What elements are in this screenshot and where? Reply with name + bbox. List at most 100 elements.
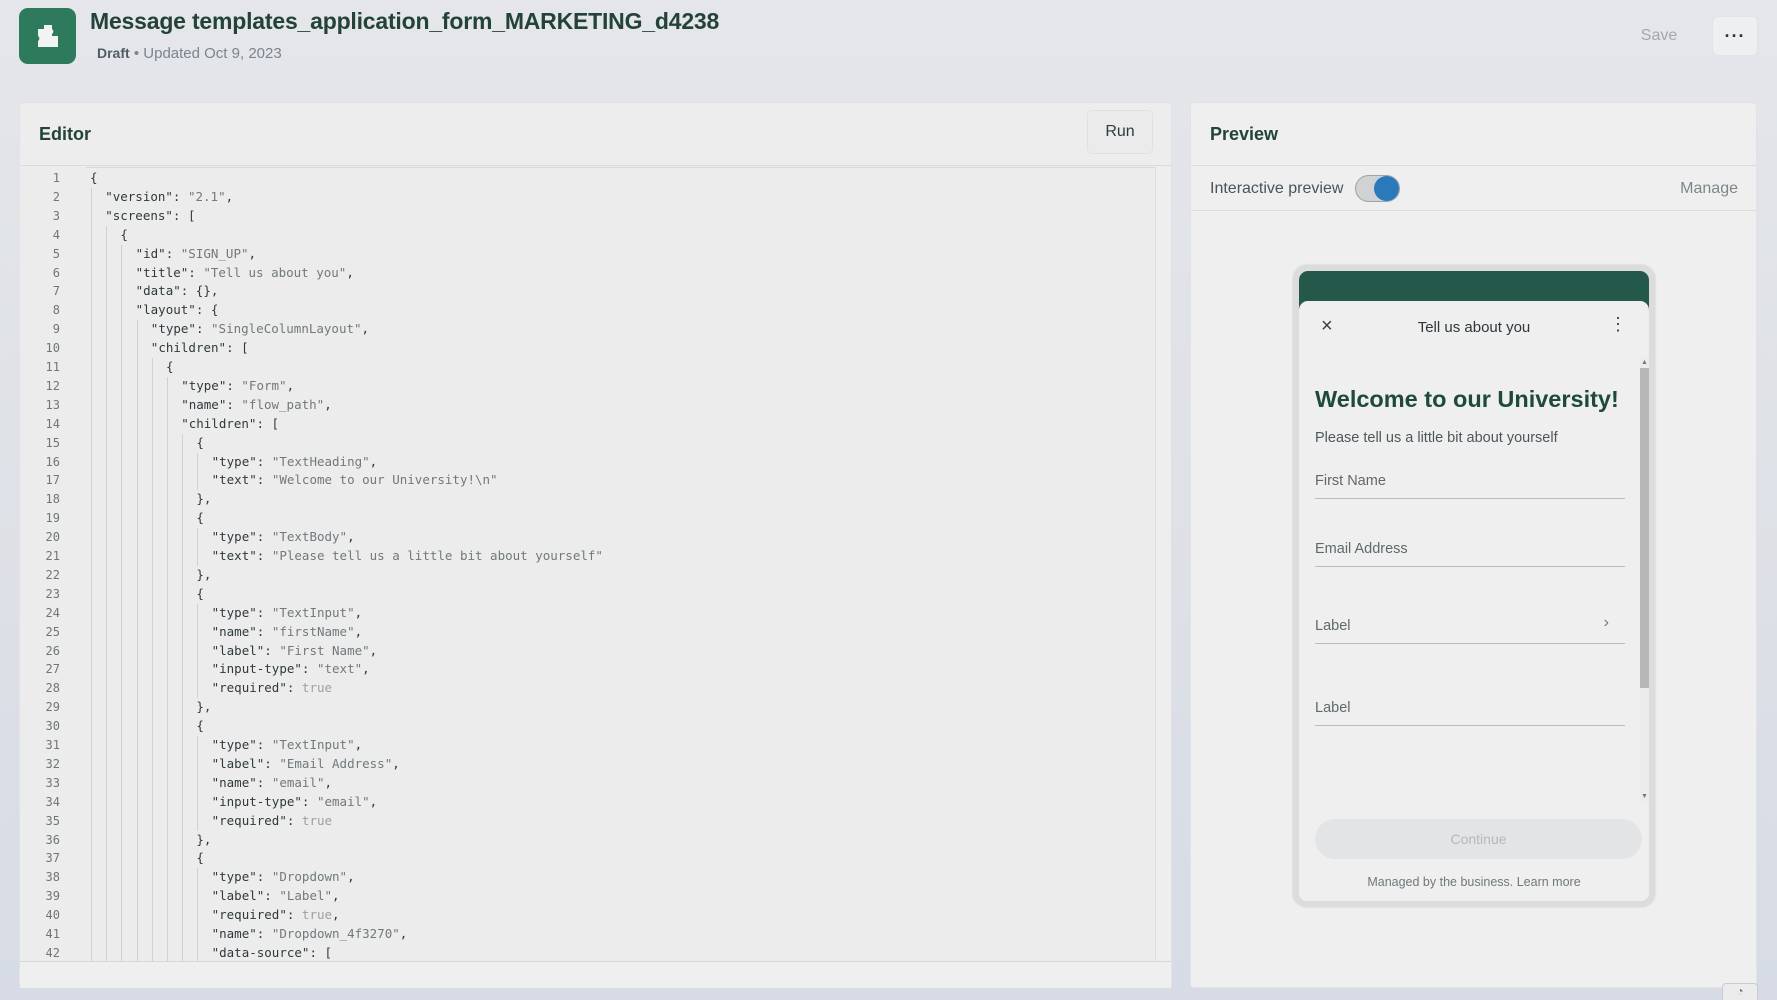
code-text: "type": "TextInput", bbox=[211, 737, 363, 752]
code-line[interactable]: 5 "id": "SIGN_UP", bbox=[20, 245, 1170, 264]
code-line[interactable]: 39 "label": "Label", bbox=[20, 887, 1170, 906]
sheet-scrollbar[interactable]: ▲ ▼ bbox=[1640, 356, 1649, 803]
code-line[interactable]: 8 "layout": { bbox=[20, 301, 1170, 320]
field-label: Label bbox=[1315, 618, 1351, 634]
code-line[interactable]: 21 "text": "Please tell us a little bit a… bbox=[20, 547, 1170, 566]
form-heading: Welcome to our University! bbox=[1315, 386, 1619, 412]
code-line[interactable]: 19 { bbox=[20, 509, 1170, 528]
line-number: 23 bbox=[45, 586, 60, 601]
first-name-field[interactable]: First Name bbox=[1315, 461, 1625, 499]
code-line[interactable]: 18}, bbox=[20, 490, 1170, 509]
preview-panel: Preview Interactive preview Manage × Tel… bbox=[1190, 102, 1757, 988]
line-number: 32 bbox=[45, 756, 60, 771]
code-line[interactable]: 6 "title": "Tell us about you", bbox=[20, 264, 1170, 283]
feedback-icon[interactable]: ◔ bbox=[1722, 983, 1758, 1000]
code-line[interactable]: 20 "type": "TextBody", bbox=[20, 528, 1170, 547]
code-text: { bbox=[166, 359, 174, 374]
code-text: }, bbox=[196, 491, 212, 507]
line-number: 28 bbox=[45, 681, 60, 696]
editor-horizontal-scrollbar[interactable] bbox=[20, 961, 1171, 988]
line-number: 34 bbox=[45, 794, 60, 809]
code-line[interactable]: 27 "input-type": "text", bbox=[20, 660, 1170, 679]
email-field[interactable]: Email Address bbox=[1315, 529, 1625, 567]
scrollbar-thumb[interactable] bbox=[1640, 368, 1649, 688]
code-text: "children": [ bbox=[181, 415, 280, 431]
more-icon: ··· bbox=[1724, 25, 1746, 46]
sheet-content: Welcome to our University! Please tell u… bbox=[1299, 356, 1649, 811]
interactive-preview-row: Interactive preview Manage bbox=[1191, 167, 1756, 211]
code-line[interactable]: 28 "required": true bbox=[20, 679, 1170, 698]
code-line[interactable]: 24 "type": "TextInput", bbox=[20, 604, 1170, 623]
code-line[interactable]: 29}, bbox=[20, 698, 1170, 717]
code-line[interactable]: 9 "type": "SingleColumnLayout", bbox=[20, 320, 1170, 339]
preview-header: Preview bbox=[1191, 103, 1756, 166]
code-text: "name": "flow_path", bbox=[181, 396, 332, 412]
code-text: "name": "firstName", bbox=[211, 623, 363, 639]
code-line[interactable]: 36}, bbox=[20, 831, 1170, 850]
kebab-menu-icon[interactable]: ⋮ bbox=[1609, 315, 1627, 333]
editor-scrollbar[interactable] bbox=[1155, 167, 1170, 961]
code-line[interactable]: 1{ bbox=[20, 169, 1170, 188]
line-number: 35 bbox=[45, 813, 60, 828]
code-text: "screens": [ bbox=[105, 207, 196, 223]
code-line[interactable]: 7 "data": {}, bbox=[20, 282, 1170, 301]
code-line[interactable]: 41 "name": "Dropdown_4f3270", bbox=[20, 925, 1170, 944]
code-text: }, bbox=[196, 566, 212, 582]
interactive-preview-toggle[interactable] bbox=[1355, 175, 1400, 202]
indent-guide bbox=[121, 244, 123, 963]
indent-guide bbox=[91, 187, 92, 963]
updated-date: • Updated Oct 9, 2023 bbox=[133, 45, 282, 62]
code-line[interactable]: 14 "children": [ bbox=[20, 415, 1170, 434]
code-text: { bbox=[196, 585, 204, 601]
code-line[interactable]: 26 "label": "First Name", bbox=[20, 642, 1170, 661]
code-line[interactable]: 4{ bbox=[20, 226, 1170, 245]
code-line[interactable]: 15 { bbox=[20, 434, 1170, 453]
manage-link[interactable]: Manage bbox=[1680, 180, 1738, 198]
code-text: "data": {}, bbox=[135, 283, 219, 299]
scroll-down-icon[interactable]: ▼ bbox=[1640, 792, 1649, 801]
code-line[interactable]: 13 "name": "flow_path", bbox=[20, 396, 1170, 415]
line-number: 4 bbox=[52, 227, 60, 242]
code-line[interactable]: 33 "name": "email", bbox=[20, 774, 1170, 793]
code-line[interactable]: 42 "data-source": [ bbox=[20, 944, 1170, 963]
line-number: 7 bbox=[52, 284, 60, 299]
code-line[interactable]: 11 { bbox=[20, 358, 1170, 377]
line-number: 15 bbox=[45, 435, 60, 450]
code-line[interactable]: 22}, bbox=[20, 566, 1170, 585]
code-line[interactable]: 17 "text": "Welcome to our University!\n" bbox=[20, 471, 1170, 490]
code-line[interactable]: 32 "label": "Email Address", bbox=[20, 755, 1170, 774]
code-text: { bbox=[196, 850, 204, 866]
run-button[interactable]: Run bbox=[1087, 110, 1153, 154]
code-line[interactable]: 16 "type": "TextHeading", bbox=[20, 453, 1170, 472]
code-line[interactable]: 2 "version": "2.1", bbox=[20, 188, 1170, 207]
line-number: 14 bbox=[45, 416, 60, 431]
more-options-button[interactable]: ··· bbox=[1712, 16, 1758, 56]
code-line[interactable]: 10 "children": [ bbox=[20, 339, 1170, 358]
code-line[interactable]: 38 "type": "Dropdown", bbox=[20, 868, 1170, 887]
code-editor[interactable]: 1{2 "version": "2.1", 3 "screens": [4{5 "id"… bbox=[20, 167, 1170, 963]
code-line[interactable]: 23 { bbox=[20, 585, 1170, 604]
code-line[interactable]: 25 "name": "firstName", bbox=[20, 623, 1170, 642]
code-line[interactable]: 31 "type": "TextInput", bbox=[20, 736, 1170, 755]
code-line[interactable]: 12 "type": "Form", bbox=[20, 377, 1170, 396]
save-button[interactable]: Save bbox=[1620, 17, 1698, 55]
continue-button[interactable]: Continue bbox=[1315, 819, 1642, 859]
code-line[interactable]: 3 "screens": [ bbox=[20, 207, 1170, 226]
line-number: 9 bbox=[52, 322, 60, 337]
line-number: 30 bbox=[45, 719, 60, 734]
chevron-right-icon: › bbox=[1603, 614, 1609, 631]
code-line[interactable]: 40 "required": true, bbox=[20, 906, 1170, 925]
code-text: "label": "Label", bbox=[211, 888, 340, 904]
code-line[interactable]: 30 { bbox=[20, 717, 1170, 736]
dropdown-field[interactable]: Label › bbox=[1315, 606, 1625, 644]
managed-by-business-link[interactable]: Managed by the business. Learn more bbox=[1299, 875, 1649, 889]
indent-guide bbox=[136, 320, 138, 963]
line-number: 20 bbox=[45, 530, 60, 545]
code-line[interactable]: 34 "input-type": "email", bbox=[20, 793, 1170, 812]
code-line[interactable]: 37 { bbox=[20, 849, 1170, 868]
code-text: { bbox=[196, 434, 204, 450]
scroll-up-icon[interactable]: ▲ bbox=[1640, 358, 1649, 367]
label-field[interactable]: Label bbox=[1315, 688, 1625, 726]
line-number: 31 bbox=[45, 738, 60, 752]
code-line[interactable]: 35 "required": true bbox=[20, 812, 1170, 831]
